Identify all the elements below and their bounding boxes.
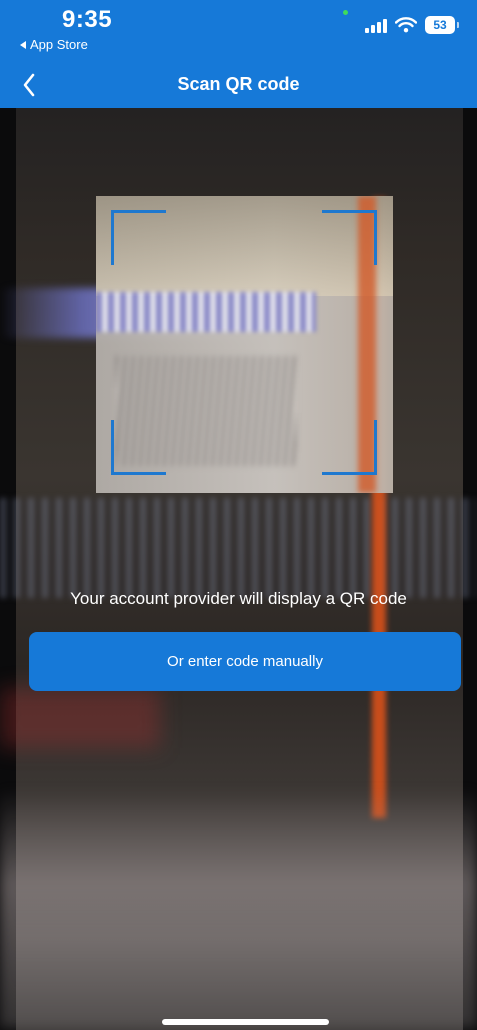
scan-frame-corner-bottom-right (322, 420, 377, 475)
camera-in-use-indicator (343, 10, 348, 15)
camera-blur-light (0, 788, 477, 1028)
battery-icon: 53 (425, 16, 459, 34)
cellular-signal-icon (365, 17, 387, 33)
wifi-icon (395, 17, 417, 33)
back-triangle-icon (20, 40, 26, 49)
scan-frame-corner-top-right (322, 210, 377, 265)
app-header: 9:35 App Store 53 Scan QR code (0, 0, 477, 108)
home-indicator[interactable] (162, 1019, 329, 1025)
camera-blur-stripes (0, 498, 477, 598)
scan-window-blue (96, 292, 316, 332)
camera-blur-red (0, 688, 160, 748)
battery-level: 53 (433, 18, 447, 32)
scan-instruction: Your account provider will display a QR … (70, 589, 407, 608)
page-title: Scan QR code (177, 74, 300, 94)
status-icons: 53 (365, 16, 459, 34)
scan-frame-corner-top-left (111, 210, 166, 265)
back-to-app-label: App Store (30, 37, 88, 52)
status-time: 9:35 (62, 6, 113, 33)
scan-qr-screen: 9:35 App Store 53 Scan QR code Your acco… (0, 0, 477, 1030)
enter-code-manually-button[interactable]: Or enter code manually (29, 632, 461, 691)
scan-frame-corner-bottom-left (111, 420, 166, 475)
back-to-app-link[interactable]: App Store (20, 37, 88, 52)
